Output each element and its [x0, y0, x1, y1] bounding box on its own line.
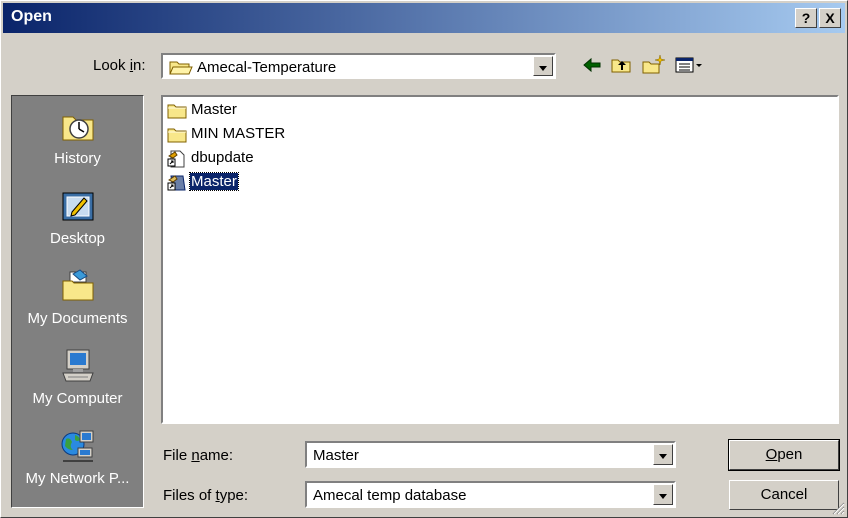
- place-desktop[interactable]: Desktop: [12, 182, 143, 260]
- folder-icon: [167, 128, 187, 143]
- file-type-value: Amecal temp database: [313, 487, 467, 504]
- file-type-dropdown[interactable]: Amecal temp database: [305, 481, 676, 508]
- place-my-network-places-label: My Network P...: [25, 470, 130, 487]
- file-name-value: Master: [313, 447, 359, 464]
- place-my-documents-label: My Documents: [27, 310, 128, 327]
- file-item-label: MIN MASTER: [191, 125, 286, 142]
- window-title: Open: [11, 8, 52, 25]
- my-network-places-icon: [61, 430, 94, 462]
- help-button[interactable]: ?: [795, 8, 817, 28]
- file-name-input[interactable]: Master: [305, 441, 676, 468]
- place-my-documents[interactable]: My Documents: [12, 262, 143, 340]
- file-item-label: Master: [191, 101, 237, 118]
- look-in-value: Amecal-Temperature: [197, 59, 337, 76]
- up-one-level-button[interactable]: [609, 53, 635, 77]
- folder-icon: [167, 104, 187, 119]
- look-in-label: Look in:: [93, 57, 146, 74]
- file-list[interactable]: Master MIN MASTER dbupdate Master: [161, 95, 839, 424]
- file-type-label: Files of type:: [163, 487, 249, 504]
- desktop-icon: [62, 192, 94, 221]
- place-desktop-label: Desktop: [49, 230, 106, 247]
- view-menu-icon: [675, 57, 702, 73]
- open-button[interactable]: Open: [728, 439, 840, 471]
- place-my-computer-label: My Computer: [32, 390, 123, 407]
- back-button[interactable]: [579, 53, 605, 77]
- open-folder-icon: [169, 61, 193, 75]
- file-item-label: Master: [189, 172, 239, 191]
- open-dialog: Open ? X Look in: Amecal-Temperature His…: [0, 0, 848, 518]
- file-item-label: dbupdate: [191, 149, 254, 166]
- database-shortcut-icon: [167, 175, 186, 191]
- my-computer-icon: [62, 349, 94, 382]
- file-name-dropdown-arrow[interactable]: [653, 444, 673, 465]
- new-folder-icon: [642, 54, 666, 74]
- my-documents-icon: [62, 269, 94, 301]
- place-my-computer[interactable]: My Computer: [12, 342, 143, 420]
- places-bar: History Desktop My Documents My Computer…: [11, 95, 144, 508]
- place-history-label: History: [54, 150, 101, 167]
- title-bar[interactable]: Open ? X: [3, 3, 845, 33]
- shortcut-icon: [167, 150, 185, 168]
- new-folder-button[interactable]: [641, 53, 667, 77]
- close-button[interactable]: X: [819, 8, 841, 28]
- file-name-label: File name:: [163, 447, 234, 464]
- resize-grip-icon[interactable]: [831, 501, 845, 515]
- back-icon: [583, 57, 601, 73]
- history-icon: [62, 116, 94, 141]
- up-folder-icon: [611, 59, 631, 73]
- look-in-dropdown-arrow[interactable]: [533, 56, 553, 76]
- view-menu-button[interactable]: [673, 53, 713, 77]
- file-type-dropdown-arrow[interactable]: [653, 484, 673, 505]
- place-my-network-places[interactable]: My Network P...: [12, 422, 143, 500]
- cancel-button[interactable]: Cancel: [729, 480, 839, 510]
- place-history[interactable]: History: [12, 102, 143, 180]
- look-in-dropdown[interactable]: Amecal-Temperature: [161, 53, 556, 79]
